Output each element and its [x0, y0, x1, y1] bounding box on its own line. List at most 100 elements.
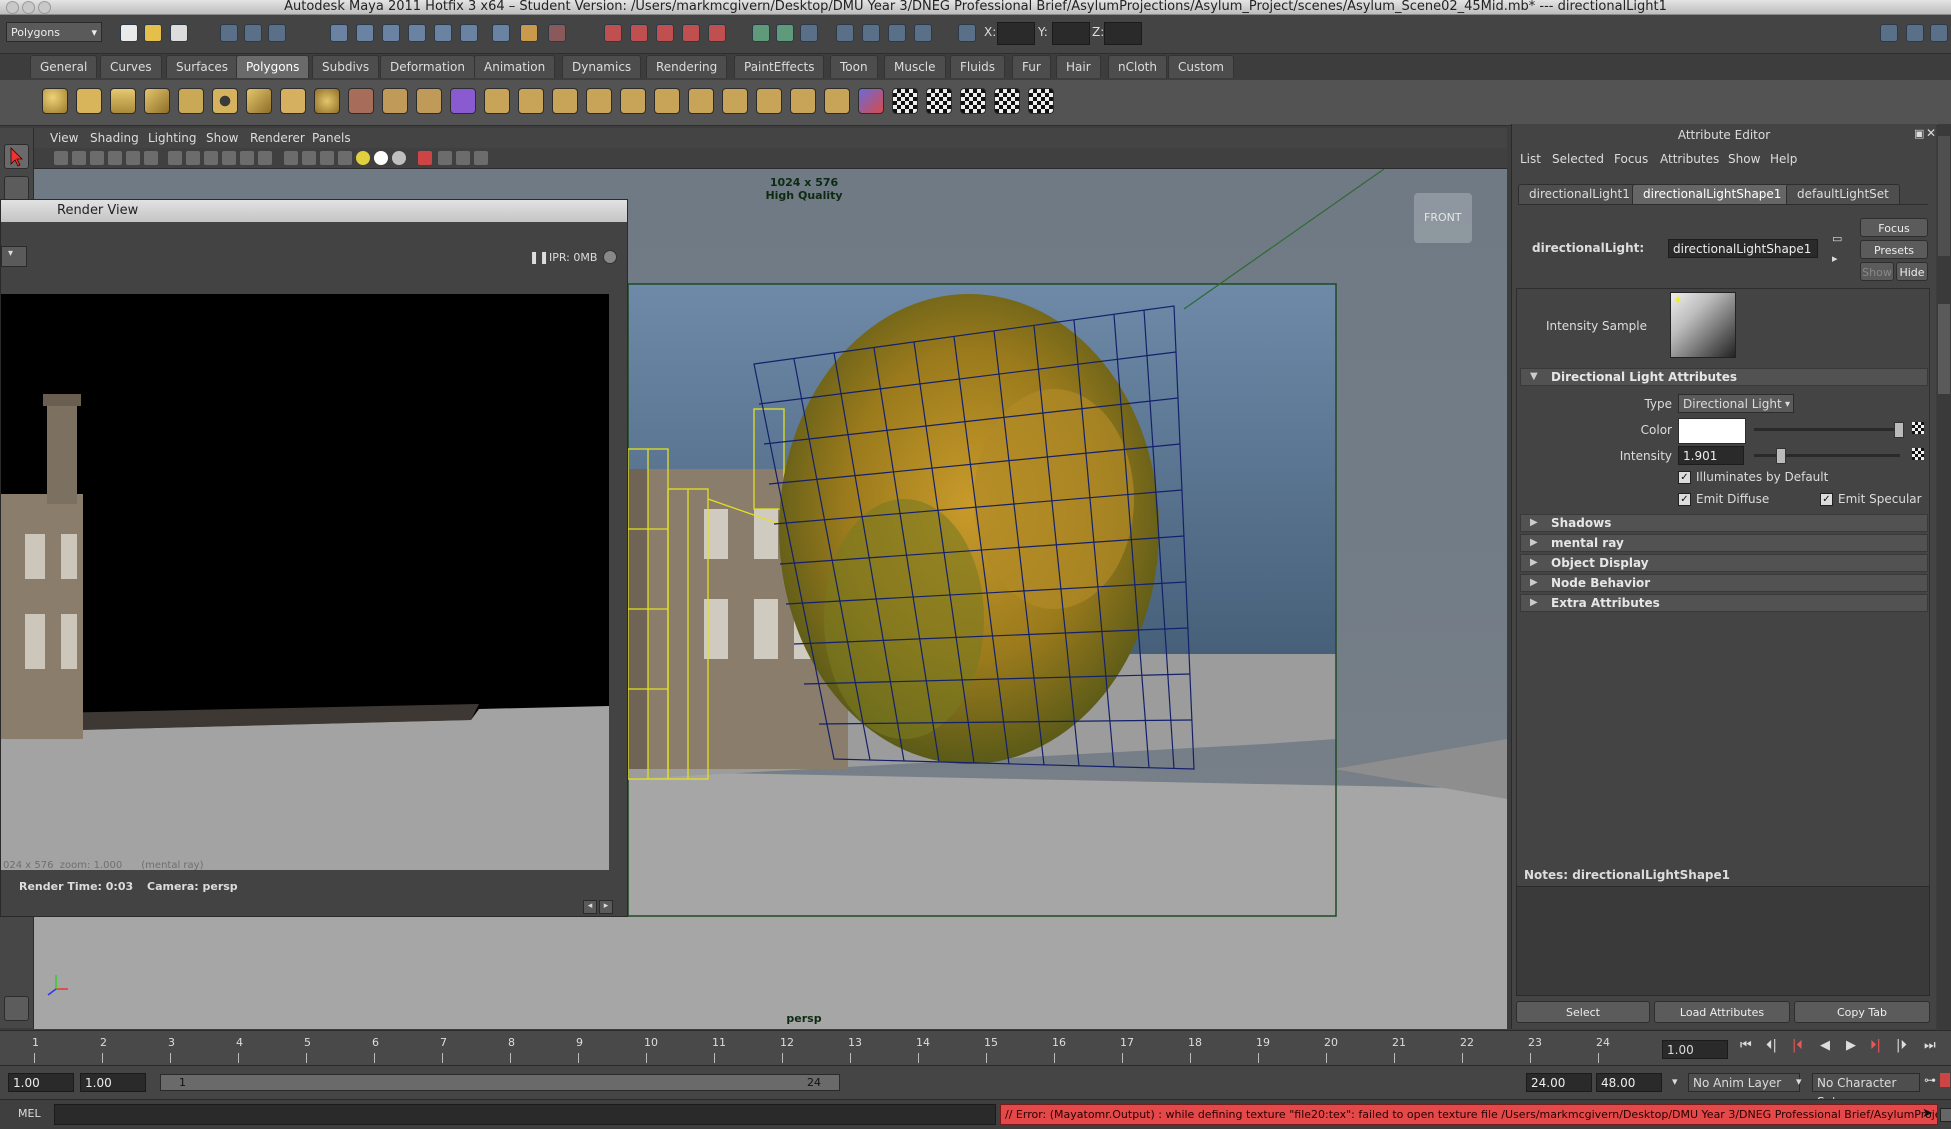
snap-grid-icon[interactable]: [330, 24, 348, 42]
section-extra-attributes[interactable]: ▶ Extra Attributes: [1520, 594, 1928, 612]
cylindrical-mapping-icon[interactable]: [824, 88, 850, 114]
select-hierarchy-icon[interactable]: [220, 24, 238, 42]
color-swatch[interactable]: [1678, 418, 1746, 444]
render-settings-icon[interactable]: [656, 24, 674, 42]
step-forward-frame-icon[interactable]: |⏵: [1896, 1038, 1907, 1053]
type-dropdown[interactable]: Directional Light ▾: [1678, 394, 1794, 413]
step-back-key-icon[interactable]: |⏴: [1792, 1038, 1803, 1053]
grid-icon[interactable]: [126, 151, 140, 165]
uv-editor-icon[interactable]: [892, 88, 918, 114]
quick-layout-icon[interactable]: [4, 996, 29, 1021]
node-name-field[interactable]: directionalLightShape1: [1668, 239, 1818, 258]
ae-menu-selected[interactable]: Selected: [1552, 152, 1604, 166]
intensity-field[interactable]: 1.901: [1678, 446, 1744, 465]
ae-menu-focus[interactable]: Focus: [1614, 152, 1648, 166]
emit-diffuse-checkbox[interactable]: ✓: [1678, 493, 1691, 506]
tool-settings-toggle-icon[interactable]: [1906, 24, 1924, 42]
gate-mask-icon[interactable]: [186, 151, 200, 165]
bookmark-icon[interactable]: [90, 151, 104, 165]
select-tool-icon[interactable]: [4, 144, 29, 169]
wireframe-on-shaded-icon[interactable]: [302, 151, 316, 165]
help-icon[interactable]: [492, 24, 510, 42]
shelf-tab-surfaces[interactable]: Surfaces: [166, 55, 238, 78]
checker-map-icon[interactable]: [926, 88, 952, 114]
minimize-window-button[interactable]: [22, 1, 35, 14]
show-hide-layer-icon[interactable]: [914, 24, 932, 42]
go-to-end-icon[interactable]: ⏭: [1924, 1038, 1936, 1053]
shelf-tab-deformation[interactable]: Deformation: [380, 55, 475, 78]
pause-icon[interactable]: ❚❚: [529, 250, 549, 264]
boolean-icon[interactable]: [450, 88, 476, 114]
shelf-tab-subdivs[interactable]: Subdivs: [312, 55, 380, 78]
show-hide-tool-icon[interactable]: [862, 24, 880, 42]
emit-specular-checkbox[interactable]: ✓: [1820, 493, 1833, 506]
load-attributes-button[interactable]: Load Attributes: [1654, 1001, 1790, 1023]
shelf-tab-curves[interactable]: Curves: [100, 55, 162, 78]
section-node-behavior[interactable]: ▶ Node Behavior: [1520, 574, 1928, 592]
preferences-icon[interactable]: [1940, 1073, 1950, 1087]
field-chart-icon[interactable]: [204, 151, 218, 165]
snap-curve-icon[interactable]: [356, 24, 374, 42]
input-box-icon[interactable]: [752, 24, 770, 42]
camera-attributes-icon[interactable]: [72, 151, 86, 165]
lasso-tool-icon[interactable]: [4, 176, 29, 201]
shelf-tab-painteffects[interactable]: PaintEffects: [734, 55, 825, 78]
planar-mapping-icon[interactable]: [790, 88, 816, 114]
smooth-icon[interactable]: [416, 88, 442, 114]
character-set-dropdown[interactable]: No Character Set: [1812, 1073, 1920, 1109]
shelf-tab-general[interactable]: General: [30, 55, 98, 78]
uv-unfold-icon[interactable]: [1028, 88, 1054, 114]
textured-icon[interactable]: [320, 151, 334, 165]
open-scene-icon[interactable]: [144, 24, 162, 42]
safe-action-icon[interactable]: [222, 151, 236, 165]
poly-cube-icon[interactable]: [76, 88, 102, 114]
shelf-tab-muscle[interactable]: Muscle: [884, 55, 946, 78]
color-map-button-icon[interactable]: [1912, 422, 1924, 434]
shading-menu[interactable]: Shading: [90, 131, 139, 145]
ipr-status-icon[interactable]: [603, 250, 617, 264]
ipr-render-icon[interactable]: [630, 24, 648, 42]
single-view-icon[interactable]: [438, 151, 452, 165]
ae-menu-list[interactable]: List: [1520, 152, 1541, 166]
shadows-icon[interactable]: [374, 151, 388, 165]
shelf-tab-fluids[interactable]: Fluids: [950, 55, 1006, 78]
ae-tab-directionallightshape1[interactable]: directionalLightShape1: [1632, 184, 1793, 204]
show-hide-channel-icon[interactable]: [888, 24, 906, 42]
safe-title-icon[interactable]: [240, 151, 254, 165]
copy-tab-button[interactable]: Copy Tab: [1794, 1001, 1930, 1023]
select-button[interactable]: Select: [1516, 1001, 1650, 1023]
poly-torus-icon[interactable]: [212, 88, 238, 114]
animation-end-field[interactable]: 48.00: [1596, 1073, 1662, 1092]
poly-cone-icon[interactable]: [144, 88, 170, 114]
y-field[interactable]: [1052, 22, 1090, 45]
offset-edge-loop-icon[interactable]: [654, 88, 680, 114]
poly-pipe-icon[interactable]: [280, 88, 306, 114]
high-quality-icon[interactable]: [392, 151, 406, 165]
command-result-error[interactable]: // Error: (Mayatomr.Output) : while defi…: [1000, 1104, 1938, 1125]
new-scene-icon[interactable]: [120, 24, 138, 42]
renderer-menu[interactable]: Renderer: [250, 131, 305, 145]
focus-button[interactable]: Focus: [1860, 218, 1928, 237]
intensity-map-button-icon[interactable]: [1912, 448, 1924, 460]
ae-menu-attributes[interactable]: Attributes: [1660, 152, 1719, 166]
shelf-tab-custom[interactable]: Custom: [1168, 55, 1234, 78]
bridge-icon[interactable]: [518, 88, 544, 114]
step-back-frame-icon[interactable]: ⏴|: [1766, 1038, 1777, 1053]
combine-icon[interactable]: [348, 88, 374, 114]
go-to-output-icon[interactable]: ▸: [1832, 252, 1838, 265]
ae-tab-directionallight1[interactable]: directionalLight1: [1518, 184, 1641, 204]
anim-layer-dropdown[interactable]: No Anim Layer: [1688, 1073, 1800, 1092]
hide-button[interactable]: Hide: [1896, 262, 1928, 281]
menu-set-dropdown[interactable]: Polygons ▾: [6, 22, 102, 42]
panels-menu[interactable]: Panels: [312, 131, 351, 145]
lighting-menu[interactable]: Lighting: [148, 131, 197, 145]
channel-box-toggle-icon[interactable]: [1930, 24, 1948, 42]
smooth-shade-icon[interactable]: [284, 151, 298, 165]
shelf-tab-animation[interactable]: Animation: [474, 55, 556, 78]
shelf-tab-ncloth[interactable]: nCloth: [1108, 55, 1167, 78]
uv-layout-icon[interactable]: [960, 88, 986, 114]
section-directional-light-attributes[interactable]: ▼ Directional Light Attributes: [1520, 368, 1928, 386]
isolate-select-icon[interactable]: [418, 151, 432, 165]
animation-start-field[interactable]: 1.00: [8, 1073, 74, 1092]
notes-textarea[interactable]: [1516, 886, 1930, 996]
